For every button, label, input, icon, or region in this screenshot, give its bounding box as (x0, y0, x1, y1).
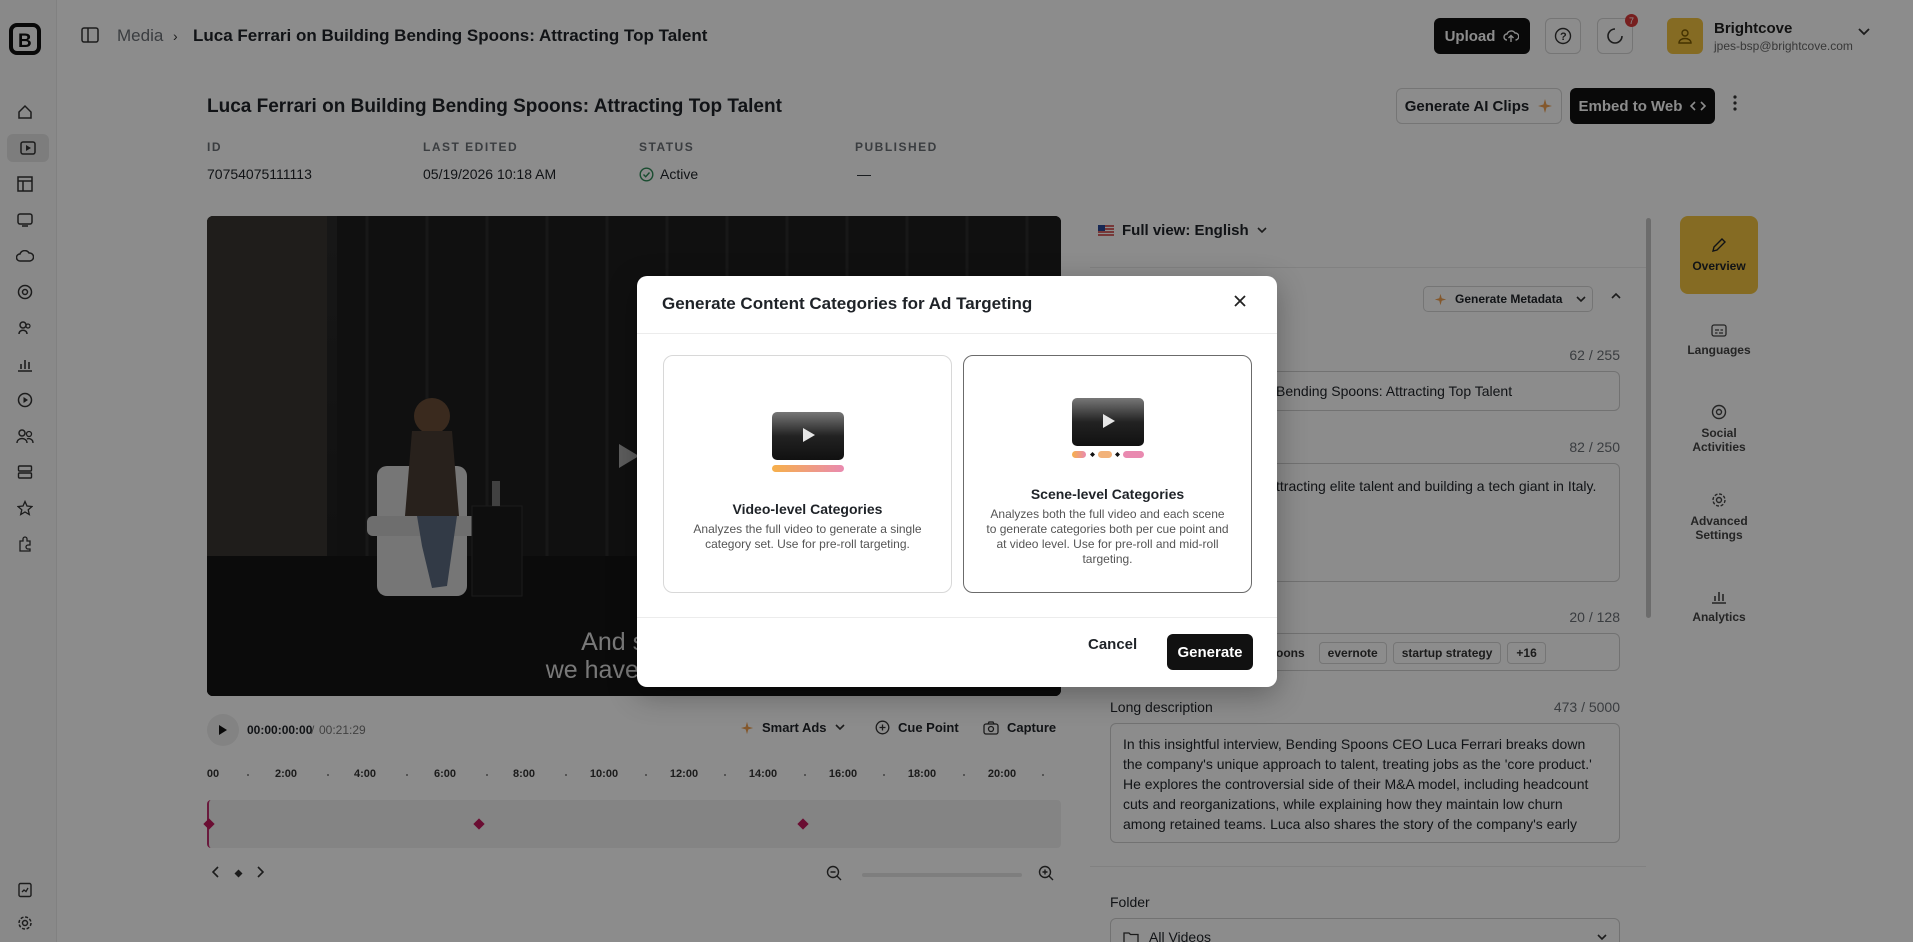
generate-button[interactable]: Generate (1167, 634, 1253, 670)
dialog-divider (637, 333, 1277, 334)
video-level-illustration (772, 412, 844, 474)
option-video-title: Video-level Categories (732, 501, 883, 517)
dialog-divider (637, 617, 1277, 618)
option-scene-title: Scene-level Categories (1030, 486, 1185, 502)
option-scene-level[interactable]: Scene-level Categories Analyzes both the… (963, 355, 1252, 593)
dialog-title: Generate Content Categories for Ad Targe… (662, 294, 1033, 313)
option-scene-description: Analyzes both the full video and each sc… (986, 507, 1229, 566)
cancel-button[interactable]: Cancel (1088, 636, 1137, 653)
option-video-description: Analyzes the full video to generate a si… (693, 522, 922, 551)
scene-level-illustration (1072, 398, 1144, 460)
close-icon[interactable] (1233, 294, 1247, 308)
option-video-level[interactable]: Video-level Categories Analyzes the full… (663, 355, 952, 593)
content-categories-dialog: Generate Content Categories for Ad Targe… (637, 276, 1277, 687)
